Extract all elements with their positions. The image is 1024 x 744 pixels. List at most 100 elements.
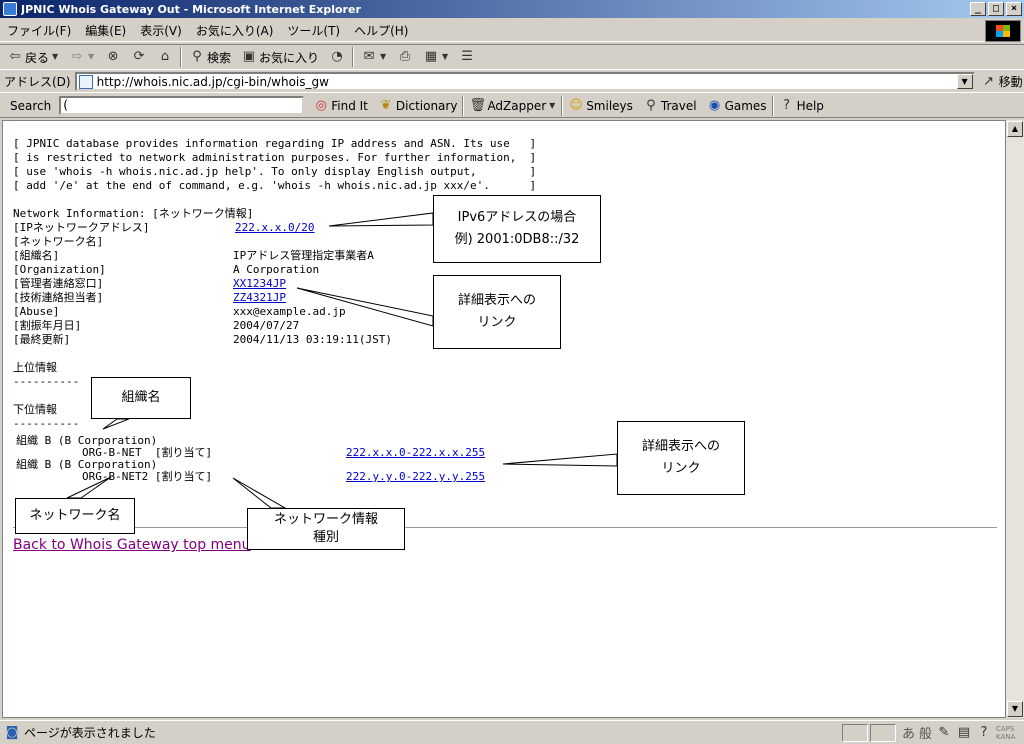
- print-button[interactable]: ⎙: [394, 46, 416, 68]
- favorites-icon: ▣: [242, 49, 256, 64]
- maximize-button[interactable]: □: [988, 2, 1004, 16]
- edit-button[interactable]: ▦ ▼: [420, 46, 452, 68]
- field-label: [割振年月日]: [13, 319, 82, 332]
- lower-heading: 下位情報: [13, 403, 57, 416]
- callout-detail-link: 詳細表示への リンク: [617, 421, 745, 495]
- find-it-button[interactable]: ◎ Find It: [308, 98, 373, 114]
- kana-indicator: KANA: [996, 732, 1016, 741]
- favorites-label: お気に入り: [259, 50, 320, 65]
- sub-range-link[interactable]: 222.x.x.0-222.x.x.255: [346, 446, 485, 460]
- smileys-label: Smileys: [586, 98, 633, 113]
- refresh-button[interactable]: ⟳: [128, 46, 150, 68]
- menu-favorites[interactable]: お気に入り(A): [189, 22, 281, 39]
- callout-text: ネットワーク情報: [273, 512, 378, 527]
- menu-tools[interactable]: ツール(T): [280, 22, 347, 39]
- page-icon: [78, 74, 93, 89]
- favorites-button[interactable]: ▣ お気に入り: [238, 46, 322, 68]
- scroll-down-icon[interactable]: ▼: [1007, 701, 1023, 717]
- back-button[interactable]: ⇦ 戻る ▼: [4, 46, 62, 68]
- vertical-scrollbar[interactable]: ▲ ▼: [1006, 120, 1024, 718]
- search-button[interactable]: ⚲ 検索: [186, 46, 234, 68]
- adzapper-button[interactable]: 🗑 AdZapper ▼: [464, 98, 561, 114]
- callout-text: 詳細表示への: [641, 439, 720, 454]
- horizontal-rule: [13, 527, 997, 528]
- target-icon: ◎: [315, 97, 327, 113]
- title-bar: JPNIC Whois Gateway Out - Microsoft Inte…: [0, 0, 1024, 18]
- field-label: [最終更新]: [13, 333, 71, 346]
- dash-line: ----------: [13, 417, 80, 430]
- page-content: [ JPNIC database provides information re…: [2, 120, 1006, 718]
- admin-contact-link[interactable]: XX1234JP: [233, 277, 286, 291]
- field-label: [ネットワーク名]: [13, 235, 104, 248]
- back-label: 戻る: [25, 50, 50, 65]
- address-input[interactable]: http://whois.nic.ad.jp/cgi-bin/whois_gw …: [74, 72, 975, 91]
- ime-toolbar[interactable]: あ 般 ✎ ▤ ? CAPS KANA: [896, 723, 1024, 743]
- stop-button[interactable]: ⊗: [102, 46, 124, 68]
- mail-button[interactable]: ✉ ▼: [358, 46, 390, 68]
- adzapper-label: AdZapper: [487, 98, 547, 113]
- sub-range-link[interactable]: 222.y.y.0-222.y.y.255: [346, 470, 485, 484]
- field-label: [Abuse]: [13, 305, 60, 318]
- callout-text: 種別: [312, 530, 339, 545]
- discuss-icon: ☰: [461, 49, 473, 64]
- book-icon: ❦: [380, 97, 392, 113]
- address-dropdown-icon[interactable]: ▼: [956, 74, 973, 89]
- forward-arrow-icon: ⇨: [71, 49, 83, 64]
- home-icon: ⌂: [160, 49, 170, 64]
- edit-icon: ▦: [424, 49, 438, 64]
- menu-bar: ファイル(F) 編集(E) 表示(V) お気に入り(A) ツール(T) ヘルプ(…: [0, 20, 1024, 42]
- go-button[interactable]: ↗ 移動: [981, 73, 1022, 90]
- search-icon: ⚲: [192, 49, 202, 64]
- ime-conversion-icon[interactable]: 般: [919, 723, 932, 742]
- callout-text: IPv6アドレスの場合: [457, 210, 577, 225]
- field-label: [IPネットワークアドレス]: [13, 221, 150, 234]
- address-url[interactable]: http://whois.nic.ad.jp/cgi-bin/whois_gw: [97, 75, 957, 89]
- field-value: 2004/11/13 03:19:11(JST): [233, 333, 392, 346]
- minimize-button[interactable]: _: [970, 2, 986, 16]
- menu-view[interactable]: 表示(V): [133, 22, 189, 39]
- pin-icon: ⚲: [646, 97, 656, 113]
- history-button[interactable]: ◔: [326, 46, 348, 68]
- back-to-top-link[interactable]: Back to Whois Gateway top menu: [13, 537, 251, 553]
- find-it-label: Find It: [331, 98, 368, 113]
- ime-help-icon[interactable]: ?: [976, 725, 992, 741]
- notice-line: [ JPNIC database provides information re…: [13, 137, 537, 150]
- dropdown-icon: ▼: [549, 100, 556, 110]
- field-label: [技術連絡担当者]: [13, 291, 104, 304]
- trash-icon: 🗑: [469, 97, 486, 113]
- search-label: 検索: [207, 50, 232, 65]
- ime-dict-icon[interactable]: ▤: [956, 725, 972, 741]
- search-input[interactable]: (: [59, 96, 305, 115]
- history-icon: ◔: [331, 49, 343, 64]
- games-button[interactable]: ◉ Games: [702, 98, 772, 114]
- search-bar-label: Search: [10, 98, 52, 113]
- ime-mode-icon[interactable]: あ: [902, 723, 915, 742]
- field-label: [管理者連絡窓口]: [13, 277, 104, 290]
- tech-contact-link[interactable]: ZZ4321JP: [233, 291, 286, 305]
- status-panel: [841, 723, 868, 742]
- travel-button[interactable]: ⚲ Travel: [638, 98, 702, 114]
- notice-line: [ use 'whois -h whois.nic.ad.jp help'. T…: [13, 165, 537, 178]
- menu-help[interactable]: ヘルプ(H): [347, 22, 415, 39]
- discuss-button[interactable]: ☰: [456, 46, 478, 68]
- home-button[interactable]: ⌂: [154, 46, 176, 68]
- menu-edit[interactable]: 編集(E): [78, 22, 133, 39]
- callout-network-name: ネットワーク名: [15, 498, 135, 534]
- upper-heading: 上位情報: [13, 361, 57, 374]
- scroll-up-icon[interactable]: ▲: [1007, 121, 1023, 137]
- callout-text: リンク: [477, 315, 517, 330]
- print-icon: ⎙: [399, 49, 411, 64]
- smileys-button[interactable]: ☺ Smileys: [563, 98, 638, 114]
- forward-button[interactable]: ⇨ ▼: [66, 46, 98, 68]
- toolbar-separator: [180, 47, 183, 67]
- dictionary-button[interactable]: ❦ Dictionary: [373, 98, 463, 114]
- status-panel: [869, 723, 896, 742]
- close-button[interactable]: ×: [1006, 2, 1022, 16]
- ip-network-link[interactable]: 222.x.x.0/20: [235, 221, 314, 235]
- help-button[interactable]: ? Help: [774, 98, 829, 114]
- menu-file[interactable]: ファイル(F): [0, 22, 78, 39]
- callout-text: 例) 2001:0DB8::/32: [454, 232, 580, 247]
- help-label: Help: [796, 98, 824, 113]
- ime-pad-icon[interactable]: ✎: [936, 725, 952, 741]
- help-icon: ?: [783, 97, 791, 113]
